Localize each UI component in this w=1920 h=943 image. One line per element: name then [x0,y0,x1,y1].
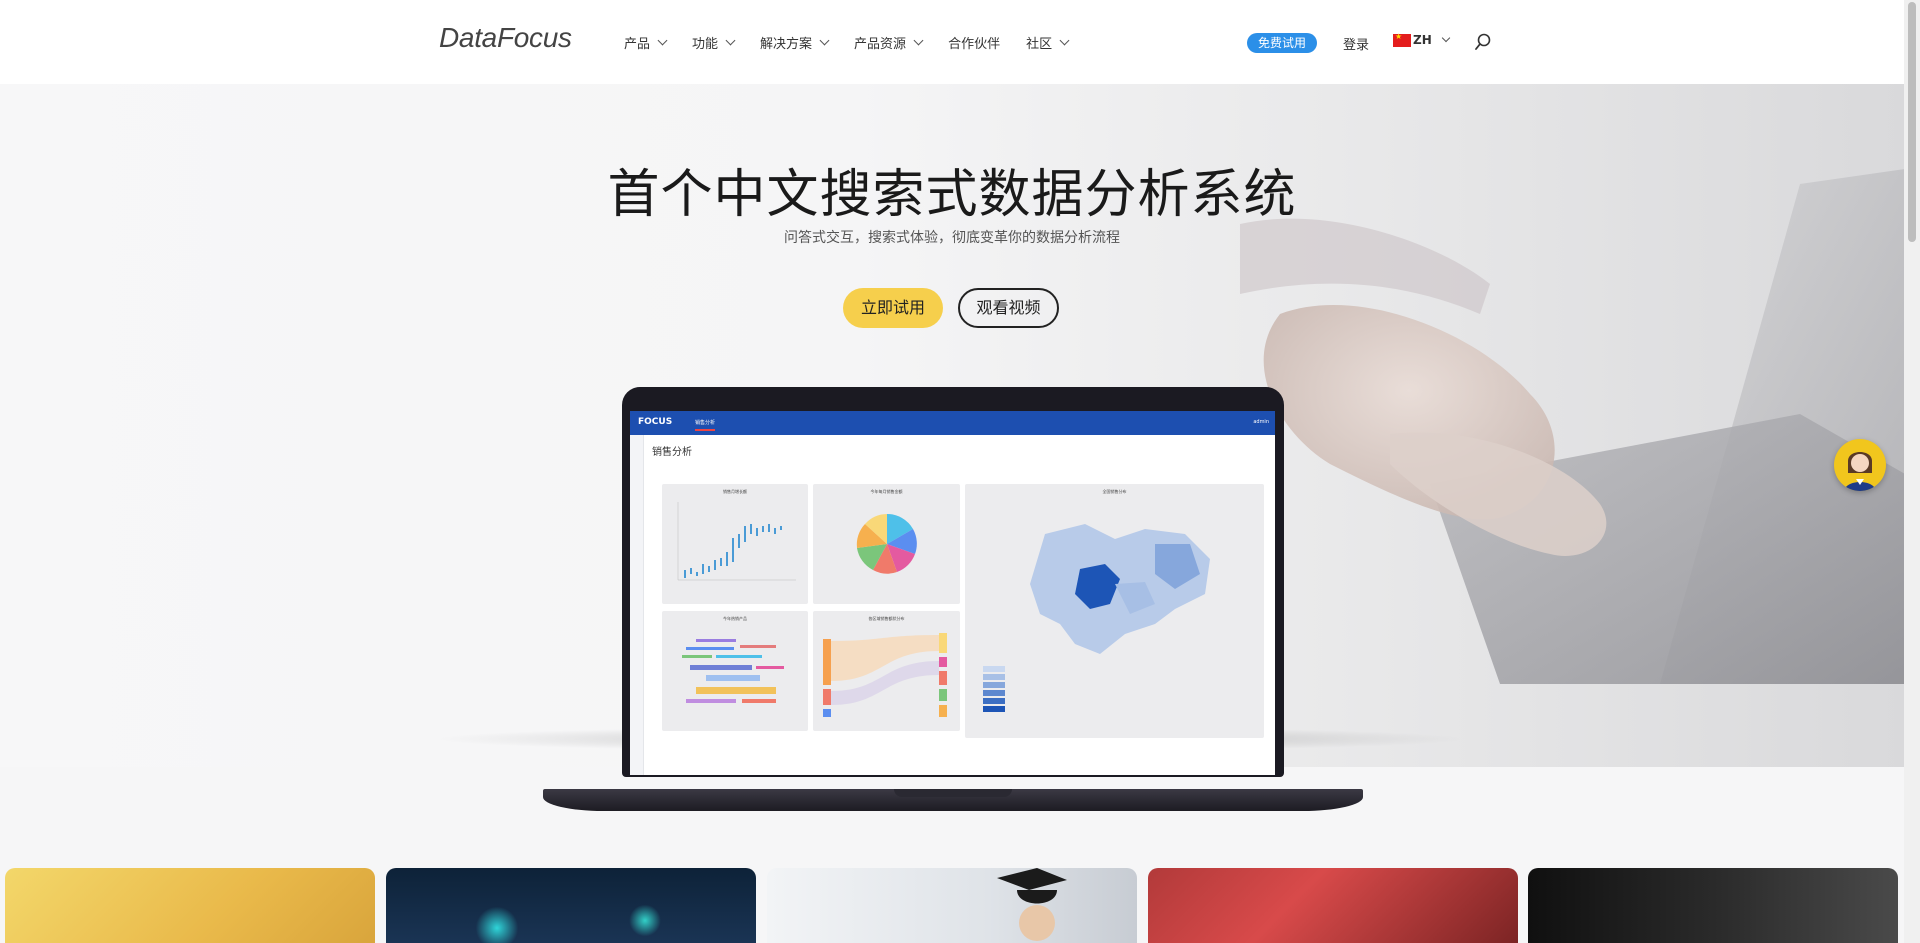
language-selector[interactable]: ZH [1393,32,1450,47]
search-icon[interactable] [1474,33,1492,51]
chevron-down-icon [725,35,736,46]
try-now-button[interactable]: 立即试用 [843,288,943,328]
trend-chart-graphic [677,502,796,581]
nav-item-solutions[interactable]: 解决方案 [760,33,830,52]
hero-subtitle: 问答式交互，搜索式体验，彻底变革你的数据分析流程 [784,230,1120,246]
site-header: DataFocus 产品 功能 解决方案 产品资源 合作伙伴 社区 免费试用 登… [0,0,1904,84]
main-nav: 产品 功能 解决方案 产品资源 合作伙伴 社区 [624,33,1094,52]
nav-item-label: 产品资源 [854,37,907,52]
nav-item-community[interactable]: 社区 [1026,33,1070,52]
word-cloud-graphic [682,639,784,703]
chevron-down-icon [819,35,830,46]
industry-card-network[interactable] [386,868,756,943]
nav-item-label: 产品 [624,37,651,52]
laptop-screen: FOCUS 销售分析 admin 销售分析 销售月增长额 今年每月销售金额 全国… [630,411,1275,775]
china-flag-icon [1393,32,1411,47]
nav-item-resources[interactable]: 产品资源 [854,33,924,52]
panel-title: 今年每月销售金额 [870,489,903,494]
dashboard-panel-trend: 销售月增长额 [662,484,808,604]
industry-card-agriculture[interactable] [5,868,375,943]
industry-card-retail[interactable] [1528,868,1898,943]
pie-chart-graphic [856,514,917,574]
map-legend-graphic [983,666,1005,712]
chevron-down-icon [1441,33,1450,43]
nav-item-label: 解决方案 [760,37,813,52]
language-label: ZH [1413,33,1432,47]
dashboard-panel-map: 全国销售分布 [965,484,1264,738]
dashboard-panel-pie: 今年每月销售金额 [813,484,960,604]
app-tab: 销售分析 [695,419,716,431]
laptop-notch [894,789,1012,797]
app-top-bar: FOCUS 销售分析 admin [630,411,1275,435]
sankey-graphic [823,633,947,717]
chevron-down-icon [657,35,668,46]
hero-title: 首个中文搜索式数据分析系统 [607,165,1297,225]
panel-title: 销售月增长额 [723,489,747,494]
datafocus-logo[interactable]: DataFocus [439,22,572,54]
region-map-graphic [1030,524,1210,654]
focus-logo: FOCUS [638,417,673,427]
watch-video-button[interactable]: 观看视频 [958,288,1059,328]
nav-item-product[interactable]: 产品 [624,33,668,52]
nav-item-label: 社区 [1026,37,1053,52]
panel-title: 全国销售分布 [1102,489,1127,494]
solution-cards-row [0,868,1904,943]
dashboard-panel-wordcloud: 今年热销产品 [662,611,808,731]
nav-item-features[interactable]: 功能 [692,33,736,52]
scrollbar-thumb[interactable] [1908,2,1916,242]
nav-item-label: 功能 [692,37,719,52]
app-page-title: 销售分析 [652,447,692,458]
nav-item-partners[interactable]: 合作伙伴 [948,33,1000,52]
page-scrollbar[interactable] [1904,0,1920,943]
industry-card-sports[interactable] [1148,868,1518,943]
dashboard-panel-sankey: 各区域销售额状分布 [813,611,960,731]
industry-card-education[interactable] [767,868,1137,943]
panel-title: 各区域销售额状分布 [868,616,905,621]
login-link[interactable]: 登录 [1343,34,1369,53]
customer-service-avatar-icon[interactable] [1834,439,1886,491]
chevron-down-icon [1059,35,1070,46]
app-sidebar [630,435,644,775]
chevron-down-icon [913,35,924,46]
free-trial-button[interactable]: 免费试用 [1247,33,1317,53]
panel-title: 今年热销产品 [723,616,747,621]
nav-item-label: 合作伙伴 [948,37,1001,52]
app-user: admin [1253,419,1269,425]
